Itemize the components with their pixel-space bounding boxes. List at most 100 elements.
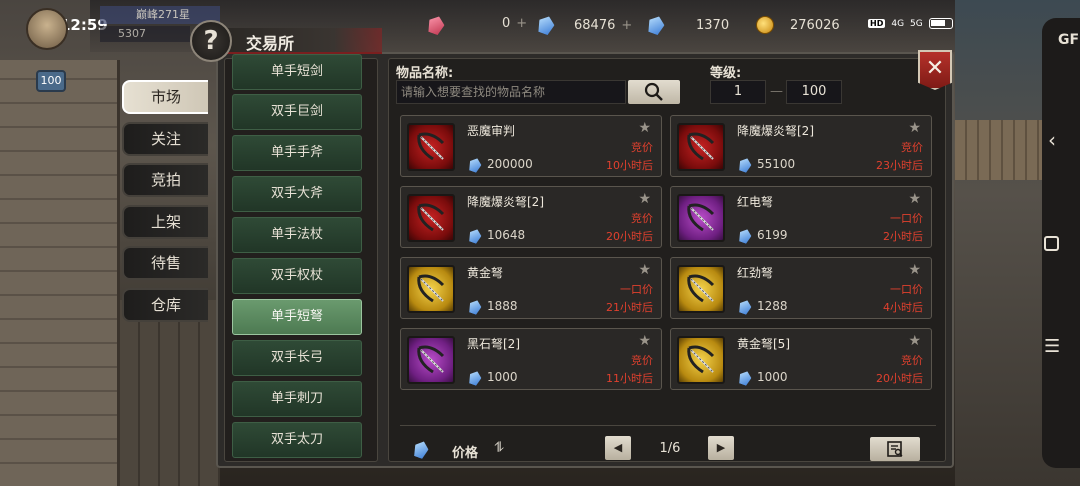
item-card[interactable]: 降魔爆炎弩[2] 10648 ★ 竞价 20小时后 — [400, 186, 662, 248]
star-icon[interactable]: ★ — [908, 262, 921, 278]
star-icon[interactable]: ★ — [638, 191, 651, 207]
battery-icon — [928, 18, 953, 29]
item-card[interactable]: 黑石弩[2] 1000 ★ 竞价 11小时后 — [400, 328, 662, 390]
sale-mode: 竞价 — [631, 354, 653, 367]
crossbow-icon — [417, 132, 445, 161]
blue-gem-value: 68476 — [574, 17, 616, 33]
item-icon — [677, 265, 725, 313]
page-title: 交易所 — [246, 34, 295, 53]
star-icon[interactable]: ★ — [908, 191, 921, 207]
level-label: 等级: — [710, 66, 742, 81]
category-item[interactable]: 双手太刀 — [232, 422, 362, 458]
level-max-input[interactable]: 100 — [786, 80, 842, 104]
item-name: 红电弩 — [737, 195, 774, 209]
side-item-pending[interactable]: 待售 — [122, 246, 208, 280]
item-card[interactable]: 恶魔审判 200000 ★ 竞价 10小时后 — [400, 115, 662, 177]
records-button[interactable] — [870, 437, 920, 461]
add-blue-gem-icon[interactable]: + — [621, 18, 632, 33]
castle-tower — [0, 60, 120, 486]
time-remaining: 11小时后 — [606, 372, 653, 385]
item-icon — [677, 336, 725, 384]
time-remaining: 2小时后 — [883, 230, 923, 243]
item-price: 1288 — [757, 299, 788, 313]
item-price: 1888 — [487, 299, 518, 313]
category-item[interactable]: 单手短剑 — [232, 54, 362, 90]
item-name: 红劲弩 — [737, 266, 774, 280]
blue-gem-icon — [467, 298, 483, 315]
locked-gem-value: 1370 — [696, 17, 730, 33]
category-item[interactable]: 双手巨剑 — [232, 94, 362, 130]
category-item[interactable]: 双手权杖 — [232, 258, 362, 294]
item-price: 200000 — [487, 157, 533, 171]
item-name: 降魔爆炎弩[2] — [467, 195, 544, 209]
category-item[interactable]: 双手长弓 — [232, 340, 362, 376]
footer-divider — [400, 425, 936, 426]
locked-gem-icon — [645, 14, 666, 36]
side-item-auction[interactable]: 竞拍 — [122, 163, 208, 197]
avatar[interactable] — [26, 8, 68, 50]
red-gem-amount: 0 + — [502, 16, 527, 31]
category-item[interactable]: 单手法杖 — [232, 217, 362, 253]
sale-mode: 竞价 — [901, 141, 923, 154]
sort-toggle-icon[interactable]: ⥮ — [494, 440, 504, 456]
category-item[interactable]: 双手大斧 — [232, 176, 362, 212]
item-price: 55100 — [757, 157, 796, 171]
next-page-button[interactable]: ▶ — [708, 436, 734, 460]
checkbox-icon[interactable] — [1044, 236, 1059, 251]
signal-5g: 5G — [910, 18, 923, 29]
star-icon[interactable]: ★ — [638, 262, 651, 278]
building-roof — [955, 120, 1045, 180]
star-icon[interactable]: ★ — [638, 120, 651, 136]
help-button[interactable]: ? — [190, 20, 232, 62]
category-item[interactable]: 单手刺刀 — [232, 381, 362, 417]
side-item-warehouse[interactable]: 仓库 — [122, 287, 208, 322]
item-name: 降魔爆炎弩[2] — [737, 124, 814, 138]
crossbow-icon — [687, 345, 715, 374]
item-card[interactable]: 黄金弩[5] 1000 ★ 竞价 20小时后 — [670, 328, 932, 390]
level-badge: 100 — [36, 70, 66, 92]
hd-badge: HD — [868, 19, 886, 28]
category-item[interactable]: 单手手斧 — [232, 135, 362, 171]
item-card[interactable]: 红电弩 6199 ★ 一口价 2小时后 — [670, 186, 932, 248]
time-remaining: 20小时后 — [606, 230, 653, 243]
prev-page-button[interactable]: ◀ — [605, 436, 631, 460]
crossbow-icon — [417, 274, 445, 303]
item-card[interactable]: 降魔爆炎弩[2] 55100 ★ 竞价 23小时后 — [670, 115, 932, 177]
search-input[interactable] — [396, 80, 626, 104]
crossbow-icon — [687, 203, 715, 232]
item-card[interactable]: 黄金弩 1888 ★ 一口价 21小时后 — [400, 257, 662, 319]
item-name: 恶魔审判 — [467, 124, 516, 138]
chevron-left-icon[interactable]: ‹ — [1048, 128, 1056, 152]
item-name: 黄金弩 — [467, 266, 504, 280]
status-indicators: HD 4G 5G — [868, 18, 953, 29]
blue-gem-currency: 68476 + — [538, 16, 632, 34]
sale-mode: 一口价 — [890, 212, 923, 225]
blue-gem-icon — [737, 156, 753, 173]
star-icon[interactable]: ★ — [908, 120, 921, 136]
time-remaining: 23小时后 — [876, 159, 923, 172]
item-card[interactable]: 红劲弩 1288 ★ 一口价 4小时后 — [670, 257, 932, 319]
level-min-input[interactable]: 1 — [710, 80, 766, 104]
menu-icon[interactable]: ☰ — [1044, 336, 1060, 357]
close-button[interactable]: ✕ — [918, 50, 952, 90]
sale-mode: 一口价 — [620, 283, 653, 296]
time-remaining: 20小时后 — [876, 372, 923, 385]
item-name: 黑石弩[2] — [467, 337, 520, 351]
item-icon — [407, 123, 455, 171]
blue-gem-icon — [535, 14, 556, 36]
blue-gem-icon — [737, 298, 753, 315]
side-item-list-item[interactable]: 上架 — [122, 204, 208, 239]
sale-mode: 竞价 — [901, 354, 923, 367]
star-icon[interactable]: ★ — [908, 333, 921, 349]
star-icon[interactable]: ★ — [638, 333, 651, 349]
add-red-gem-icon[interactable]: + — [516, 16, 527, 31]
side-item-watchlist[interactable]: 关注 — [122, 121, 208, 156]
item-icon — [677, 123, 725, 171]
time-remaining: 21小时后 — [606, 301, 653, 314]
sale-mode: 一口价 — [890, 283, 923, 296]
red-gem-value: 0 — [502, 16, 511, 31]
blue-gem-icon — [737, 227, 753, 244]
category-item-selected[interactable]: 单手短弩 — [232, 299, 362, 335]
side-item-market[interactable]: 市场 — [122, 80, 208, 114]
search-button[interactable] — [628, 80, 680, 104]
